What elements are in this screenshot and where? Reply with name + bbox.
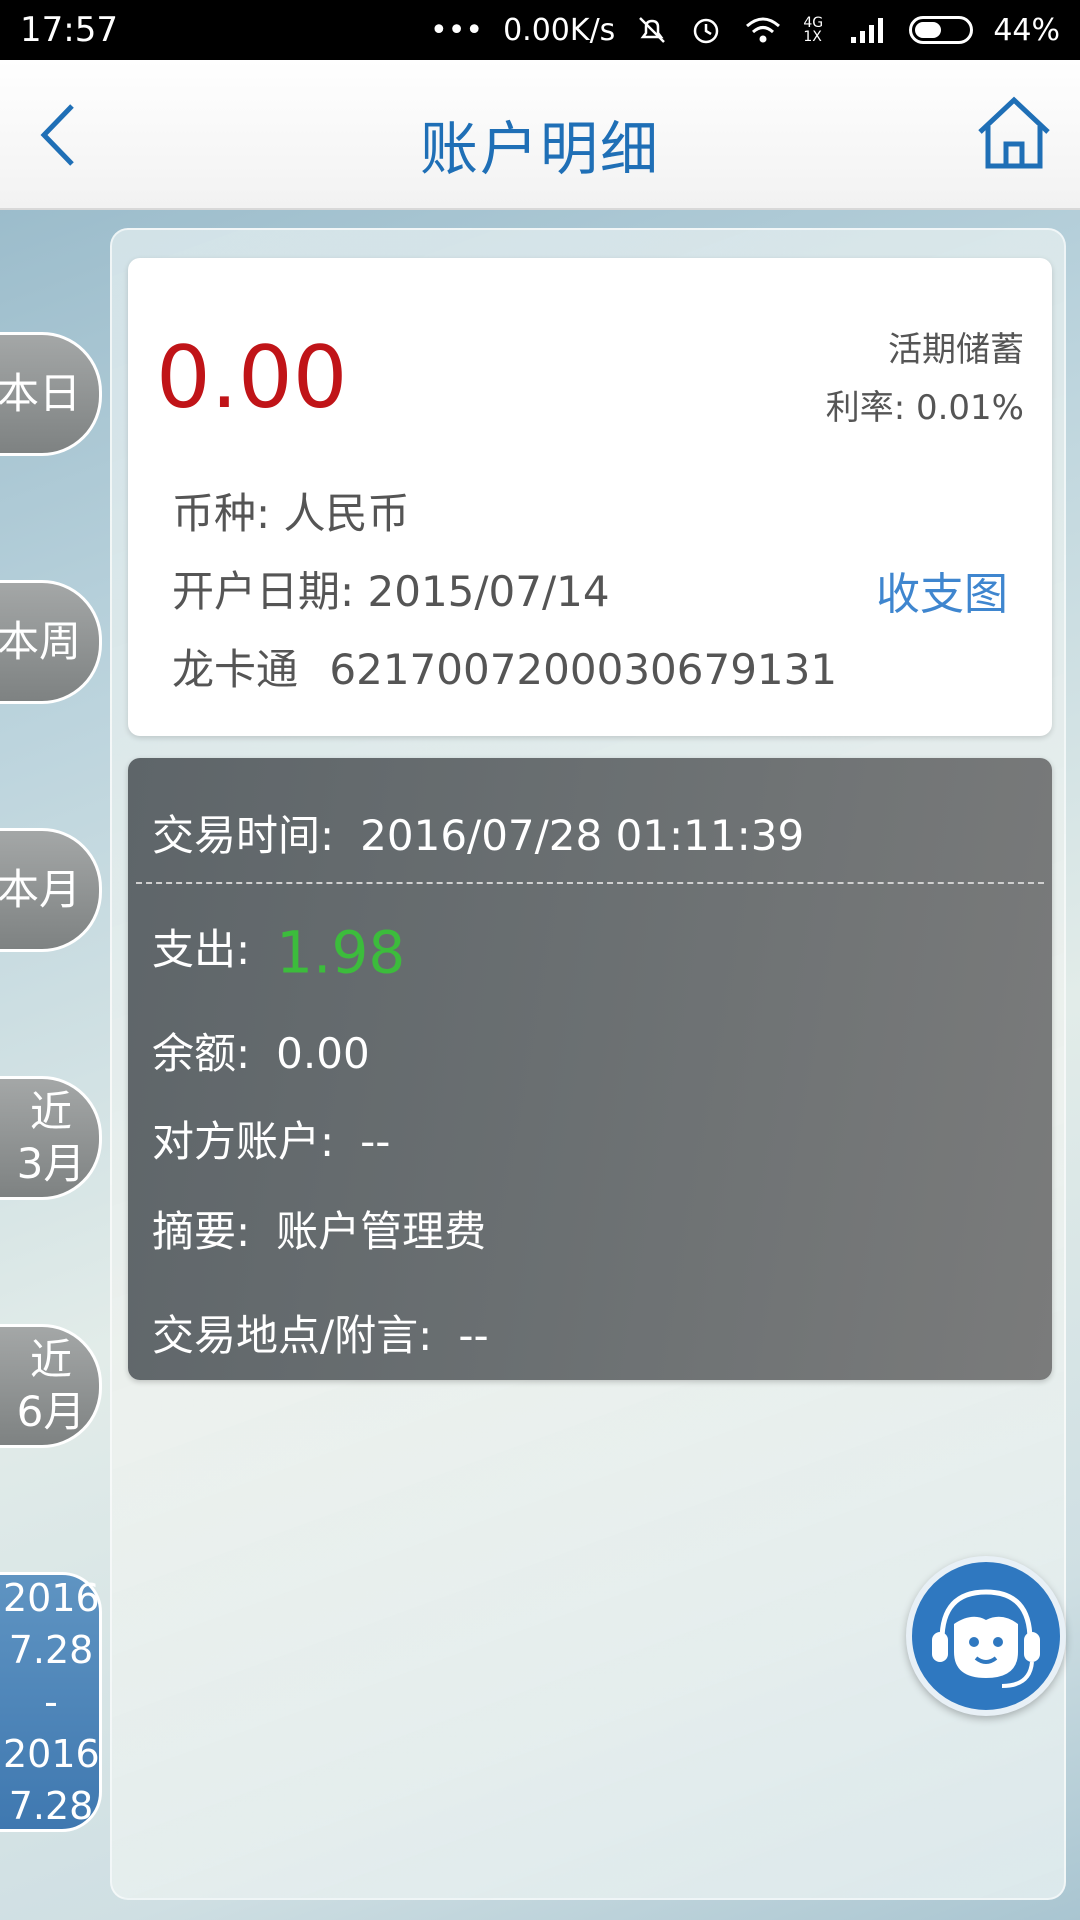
expense-amount: 1.98 [276, 918, 406, 987]
expense-row: 支出: 1.98 [152, 916, 405, 987]
transaction-time-value: 2016/07/28 01:11:39 [360, 811, 805, 860]
account-card: 0.00 活期储蓄 利率: 0.01% 币种: 人民币 开户日期: 2015/0… [128, 258, 1052, 736]
currency: 币种: 人民币 [172, 489, 410, 538]
counterparty-row: 对方账户: -- [152, 1108, 390, 1169]
account-type: 活期储蓄 [888, 330, 1024, 370]
home-icon[interactable] [974, 94, 1054, 174]
network-type: 4G 1X [803, 15, 824, 45]
transaction-time-row: 交易时间: 2016/07/28 01:11:39 [152, 802, 804, 863]
tab-this-week[interactable]: 本周 [0, 580, 102, 704]
summary-row: 摘要: 账户管理费 [152, 1198, 486, 1259]
tab-6m-line2: 6月 [16, 1387, 86, 1436]
tab-today[interactable]: 本日 [0, 332, 102, 456]
summary-label: 摘要: [152, 1207, 251, 1256]
app-header: 账户明细 [0, 60, 1080, 210]
card-name: 龙卡通 [172, 645, 299, 694]
network-speed: 0.00K/s [503, 12, 616, 48]
location-row: 交易地点/附言: -- [152, 1302, 489, 1363]
tab-last-6-months[interactable]: 近 6月 [0, 1324, 102, 1448]
page-title: 账户明细 [419, 115, 660, 183]
balance-value: 0.00 [276, 1029, 370, 1078]
interest-rate: 利率: 0.01% [825, 388, 1024, 428]
counterparty-value: -- [360, 1117, 391, 1166]
expense-label: 支出: [152, 925, 251, 974]
status-icons: ••• 0.00K/s 4G 1X 44% [430, 13, 1060, 48]
tab-this-month[interactable]: 本月 [0, 828, 102, 952]
customer-service-button[interactable] [906, 1556, 1066, 1716]
mute-icon [635, 13, 669, 47]
range-start-year: 2016 [3, 1576, 100, 1620]
range-end-year: 2016 [3, 1732, 100, 1776]
tab-3m-line2: 3月 [16, 1139, 86, 1188]
signal-icon [849, 15, 889, 45]
summary-value: 账户管理费 [276, 1207, 487, 1256]
counterparty-label: 对方账户: [152, 1117, 335, 1166]
alarm-icon [689, 13, 723, 47]
transaction-card[interactable]: 交易时间: 2016/07/28 01:11:39 支出: 1.98 余额: 0.00… [128, 758, 1052, 1380]
more-dots-icon: ••• [430, 12, 484, 48]
status-time: 17:57 [20, 10, 118, 50]
range-start-date: 7.28 [8, 1628, 94, 1672]
dashed-divider [136, 882, 1044, 884]
range-separator: - [44, 1680, 58, 1724]
location-value: -- [458, 1311, 489, 1360]
transaction-time-label: 交易时间: [152, 811, 335, 860]
customer-service-icon [932, 1589, 1040, 1688]
card-info: 龙卡通 6217007200030679131 [172, 636, 837, 697]
tab-3m-line1: 近 [29, 1087, 72, 1136]
wifi-icon [743, 14, 783, 46]
tab-custom-range[interactable]: 2016 7.28 - 2016 7.28 [0, 1572, 102, 1832]
income-expense-chart-link[interactable]: 收支图 [876, 558, 1008, 622]
tab-6m-line1: 近 [29, 1335, 72, 1384]
battery-level: 44% [993, 12, 1060, 48]
range-end-date: 7.28 [8, 1784, 94, 1828]
battery-icon [909, 16, 974, 44]
balance-label: 余额: [152, 1029, 251, 1078]
balance-row: 余额: 0.00 [152, 1020, 370, 1081]
account-balance: 0.00 [156, 328, 348, 428]
card-number: 6217007200030679131 [329, 645, 838, 694]
open-date: 开户日期: 2015/07/14 [172, 567, 610, 616]
status-bar: 17:57 ••• 0.00K/s 4G 1X 44% [0, 0, 1080, 60]
tab-last-3-months[interactable]: 近 3月 [0, 1076, 102, 1200]
location-label: 交易地点/附言: [152, 1311, 433, 1360]
